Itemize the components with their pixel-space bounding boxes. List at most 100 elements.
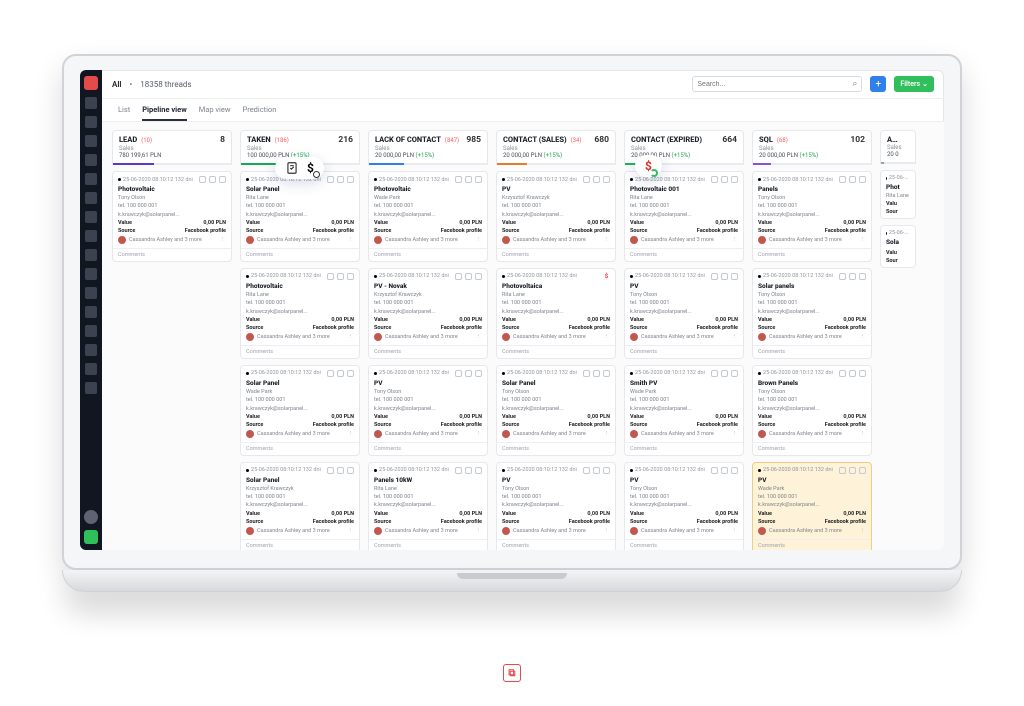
card-action-icon[interactable] <box>711 370 718 377</box>
card-action-icon[interactable] <box>731 176 738 183</box>
card-action-icon[interactable] <box>337 467 344 474</box>
card-comments[interactable]: Comments <box>753 539 871 550</box>
column-header[interactable]: LEAD (10) 8 Sales 780 199,61 PLN <box>112 130 232 165</box>
card-action-icon[interactable] <box>593 176 600 183</box>
deal-card[interactable]: 25-06-2020 08:10:12 132 dni Brown Panels… <box>752 365 872 456</box>
nav-icon[interactable] <box>85 382 97 394</box>
card-action-icon[interactable] <box>711 273 718 280</box>
card-action-icon[interactable] <box>455 176 462 183</box>
deal-card[interactable]: 25-06-2020 08:10:12 132 dni Photovoltaic… <box>240 268 360 359</box>
card-action-icon[interactable] <box>337 370 344 377</box>
card-action-icon[interactable] <box>731 467 738 474</box>
card-action-icon[interactable] <box>347 467 354 474</box>
add-button[interactable]: + <box>870 76 886 92</box>
card-action-icon[interactable] <box>209 176 216 183</box>
card-action-icon[interactable] <box>859 467 866 474</box>
card-action-icon[interactable] <box>337 176 344 183</box>
card-comments[interactable]: Comments <box>369 248 487 261</box>
card-menu-icon[interactable]: ⋮ <box>732 237 739 243</box>
deal-card[interactable]: 25-06-2020 08:10:12 132 dni PV - Novak K… <box>368 268 488 359</box>
card-comments[interactable]: Comments <box>625 442 743 455</box>
card-comments[interactable]: Comments <box>113 248 231 261</box>
deal-card[interactable]: 25-06-2020 08:10:12 132 dni Panels Tony … <box>752 171 872 262</box>
card-action-icon[interactable] <box>731 370 738 377</box>
card-menu-icon[interactable]: ⋮ <box>476 528 483 534</box>
tab-list[interactable]: List <box>118 105 130 121</box>
nav-icon[interactable] <box>85 268 97 280</box>
card-action-icon[interactable] <box>849 370 856 377</box>
nav-icon[interactable] <box>85 344 97 356</box>
deal-card[interactable]: 25-06-2020 08:10:12 132 dni$ Photovoltai… <box>496 268 616 359</box>
card-action-icon[interactable] <box>583 467 590 474</box>
nav-icon[interactable] <box>85 192 97 204</box>
card-action-icon[interactable] <box>465 370 472 377</box>
card-action-icon[interactable] <box>465 467 472 474</box>
deal-card[interactable]: 25-06-2020 08:10:12 132 dni Photovoltaic… <box>624 171 744 262</box>
search-input[interactable]: ⌕ <box>692 76 862 92</box>
card-comments[interactable]: Comments <box>625 248 743 261</box>
card-menu-icon[interactable]: ⋮ <box>476 334 483 340</box>
column-header[interactable]: AUC Sales 20 0 <box>880 130 916 164</box>
user-avatar[interactable] <box>84 510 98 524</box>
card-action-icon[interactable] <box>603 370 610 377</box>
card-action-icon[interactable] <box>455 370 462 377</box>
card-action-icon[interactable] <box>603 176 610 183</box>
card-action-icon[interactable] <box>731 273 738 280</box>
card-comments[interactable]: Comments <box>753 442 871 455</box>
card-action-icon[interactable] <box>327 467 334 474</box>
card-menu-icon[interactable]: ⋮ <box>476 431 483 437</box>
card-action-icon[interactable] <box>839 273 846 280</box>
deal-card[interactable]: 25-06-2020 08:10:12 132 dni Photovoltaic… <box>112 171 232 262</box>
nav-icon[interactable] <box>85 325 97 337</box>
nav-icon[interactable] <box>85 363 97 375</box>
tab-prediction[interactable]: Prediction <box>243 105 277 121</box>
card-menu-icon[interactable]: ⋮ <box>348 431 355 437</box>
card-menu-icon[interactable]: ⋮ <box>348 334 355 340</box>
card-action-icon[interactable] <box>327 273 334 280</box>
nav-icon[interactable] <box>85 249 97 261</box>
nav-icon[interactable] <box>85 230 97 242</box>
deal-card[interactable]: 25-06-2020 08:10:12 132 dni Smith PV Wad… <box>624 365 744 456</box>
card-action-icon[interactable] <box>859 370 866 377</box>
card-action-icon[interactable] <box>347 176 354 183</box>
card-comments[interactable]: Comments <box>753 248 871 261</box>
card-menu-icon[interactable]: ⋮ <box>860 528 867 534</box>
deal-card[interactable]: 25-06-2020 08:10:12 132 dni PV Tony Olso… <box>624 268 744 359</box>
tab-map-view[interactable]: Map view <box>199 105 231 121</box>
deal-card[interactable]: 25-06-2020 08:10:12 132 dni Solar Panel … <box>496 365 616 456</box>
card-action-icon[interactable] <box>583 176 590 183</box>
card-action-icon[interactable] <box>475 176 482 183</box>
card-action-icon[interactable] <box>475 370 482 377</box>
card-action-icon[interactable] <box>593 467 600 474</box>
nav-icon[interactable] <box>85 173 97 185</box>
card-action-icon[interactable] <box>839 370 846 377</box>
deal-card[interactable]: 25-06-2020 08:10:12 132 dni Panels 10kW … <box>368 462 488 550</box>
card-comments[interactable]: Comments <box>497 442 615 455</box>
card-comments[interactable]: Comments <box>241 248 359 261</box>
card-action-icon[interactable] <box>347 273 354 280</box>
card-menu-icon[interactable]: ⋮ <box>732 334 739 340</box>
card-action-icon[interactable] <box>455 467 462 474</box>
card-action-icon[interactable] <box>455 273 462 280</box>
card-action-icon[interactable] <box>337 273 344 280</box>
deal-card[interactable]: 25-06-2020 08:10:12 132 dni Solar Panel … <box>240 462 360 550</box>
nav-icon[interactable] <box>85 211 97 223</box>
deal-card[interactable]: 25-06-2020 08:10:12 132 dni PV Wade Park… <box>752 462 872 550</box>
card-menu-icon[interactable]: ⋮ <box>604 334 611 340</box>
deal-card[interactable]: 25-06-2020 08:10:12 132 dni PV Krzysztof… <box>496 171 616 262</box>
card-action-icon[interactable] <box>859 273 866 280</box>
card-action-icon[interactable] <box>583 370 590 377</box>
deal-card[interactable]: 25-06-2020 08:10:12 132 dni Solar panels… <box>752 268 872 359</box>
card-action-icon[interactable] <box>721 273 728 280</box>
nav-icon[interactable] <box>85 306 97 318</box>
card-action-icon[interactable] <box>603 467 610 474</box>
card-menu-icon[interactable]: ⋮ <box>348 528 355 534</box>
filters-button[interactable]: Filters⌄ <box>894 76 934 92</box>
card-menu-icon[interactable]: ⋮ <box>348 237 355 243</box>
deal-card[interactable]: 25-06-2020 08:10:12 132 dni Phot Rita La… <box>880 170 916 219</box>
card-action-icon[interactable] <box>721 176 728 183</box>
card-comments[interactable]: Comments <box>369 345 487 358</box>
card-action-icon[interactable] <box>327 176 334 183</box>
card-action-icon[interactable] <box>475 467 482 474</box>
card-action-icon[interactable] <box>839 176 846 183</box>
